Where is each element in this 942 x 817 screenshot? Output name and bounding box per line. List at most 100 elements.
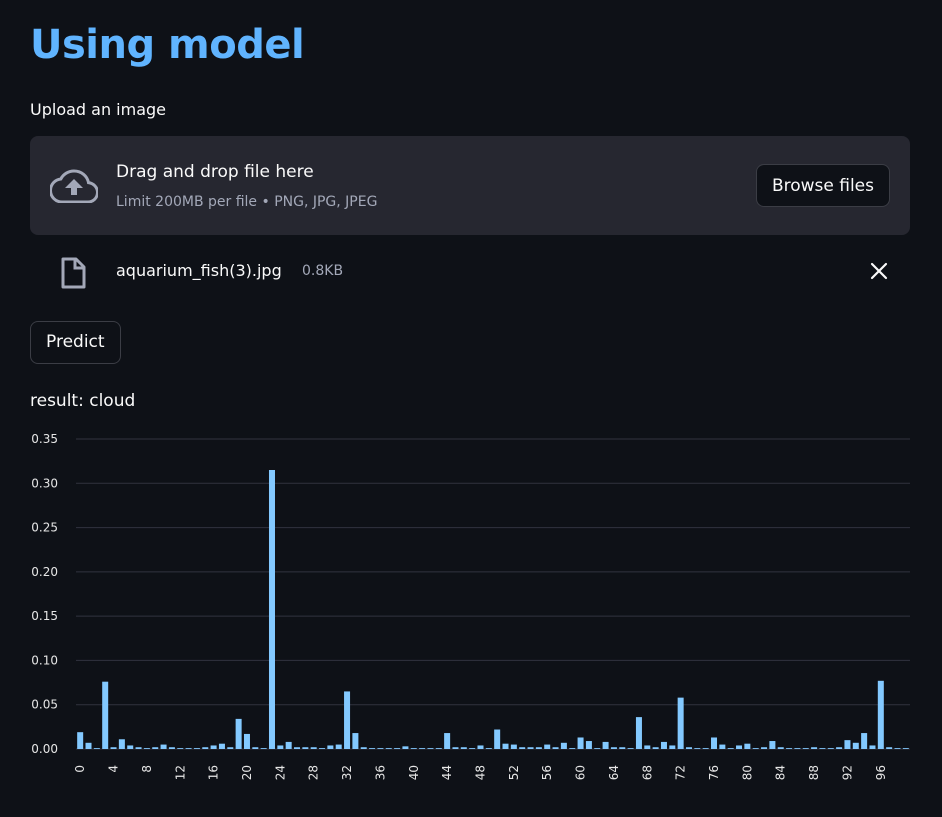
bar-class-35 bbox=[369, 748, 376, 749]
bar-class-1 bbox=[85, 742, 92, 749]
page-title: Using model bbox=[30, 22, 305, 68]
bar-class-25 bbox=[285, 741, 292, 749]
bar-class-36 bbox=[377, 748, 384, 749]
y-tick-label: 0.05 bbox=[31, 698, 58, 712]
x-tick-label: 12 bbox=[173, 765, 187, 780]
result-text: result: cloud bbox=[30, 391, 136, 411]
bar-class-32 bbox=[344, 691, 351, 749]
close-icon[interactable] bbox=[870, 262, 888, 280]
bar-class-78 bbox=[727, 748, 734, 749]
bar-class-42 bbox=[427, 748, 434, 749]
bar-class-29 bbox=[319, 748, 326, 749]
bar-class-57 bbox=[552, 747, 559, 749]
bar-class-8 bbox=[143, 748, 150, 749]
bar-class-99 bbox=[902, 748, 909, 749]
bar-class-89 bbox=[819, 748, 826, 749]
bar-class-93 bbox=[852, 742, 859, 749]
bar-class-62 bbox=[594, 748, 601, 749]
bar-class-77 bbox=[719, 744, 726, 749]
x-tick-label: 44 bbox=[440, 765, 454, 780]
bar-class-22 bbox=[260, 748, 267, 749]
bar-class-44 bbox=[444, 733, 451, 749]
bar-class-13 bbox=[185, 748, 192, 749]
bar-class-38 bbox=[394, 748, 401, 749]
bar-class-37 bbox=[385, 748, 392, 749]
x-tick-label: 20 bbox=[240, 765, 254, 780]
upload-label: Upload an image bbox=[30, 100, 167, 119]
bar-class-94 bbox=[861, 733, 868, 749]
bar-class-88 bbox=[811, 747, 818, 749]
bar-class-83 bbox=[769, 741, 776, 749]
bar-class-0 bbox=[77, 732, 84, 749]
bar-class-65 bbox=[619, 747, 626, 749]
bar-class-21 bbox=[252, 747, 259, 749]
bar-class-52 bbox=[510, 744, 517, 749]
bar-class-7 bbox=[135, 747, 142, 749]
bar-class-58 bbox=[560, 742, 567, 749]
y-tick-label: 0.20 bbox=[31, 565, 58, 579]
dropzone-instructions: Drag and drop file here bbox=[116, 162, 314, 182]
x-tick-label: 80 bbox=[740, 765, 754, 780]
bar-class-31 bbox=[335, 744, 342, 749]
bar-class-80 bbox=[744, 743, 751, 749]
bar-class-82 bbox=[761, 747, 768, 749]
bar-class-4 bbox=[110, 747, 117, 749]
bar-class-50 bbox=[494, 729, 501, 749]
bar-class-17 bbox=[218, 743, 225, 749]
x-tick-label: 60 bbox=[574, 765, 588, 780]
bar-class-16 bbox=[210, 745, 217, 749]
bar-class-61 bbox=[585, 741, 592, 749]
bar-class-15 bbox=[202, 747, 209, 749]
file-dropzone[interactable]: Drag and drop file here Limit 200MB per … bbox=[30, 136, 910, 235]
bar-class-56 bbox=[544, 744, 551, 749]
bar-class-91 bbox=[836, 747, 843, 749]
x-tick-label: 24 bbox=[273, 765, 287, 780]
bar-class-47 bbox=[469, 748, 476, 749]
browse-files-button[interactable]: Browse files bbox=[755, 164, 890, 207]
bar-class-96 bbox=[877, 680, 884, 749]
bar-class-54 bbox=[527, 747, 534, 749]
x-tick-label: 8 bbox=[140, 765, 154, 773]
bar-class-46 bbox=[460, 747, 467, 749]
x-tick-label: 4 bbox=[107, 765, 121, 773]
x-tick-label: 16 bbox=[207, 765, 221, 780]
y-tick-label: 0.10 bbox=[31, 653, 58, 667]
bar-class-41 bbox=[419, 748, 426, 749]
file-icon bbox=[61, 257, 86, 289]
x-tick-label: 84 bbox=[774, 765, 788, 780]
bar-class-43 bbox=[435, 748, 442, 749]
bar-class-30 bbox=[327, 745, 334, 749]
bar-class-3 bbox=[102, 681, 109, 749]
probability-bar-chart: 0.000.050.100.150.200.250.300.350 4 8 12 16 2… bbox=[31, 432, 910, 780]
bar-class-98 bbox=[894, 748, 901, 749]
bar-class-40 bbox=[410, 748, 417, 749]
bar-class-85 bbox=[786, 748, 793, 749]
y-tick-label: 0.25 bbox=[31, 521, 58, 535]
bar-class-60 bbox=[577, 737, 584, 749]
bar-class-12 bbox=[177, 748, 184, 749]
bar-class-5 bbox=[118, 739, 125, 749]
x-tick-label: 0 bbox=[73, 765, 87, 773]
y-tick-label: 0.35 bbox=[31, 432, 58, 446]
x-tick-label: 68 bbox=[640, 765, 654, 780]
x-tick-label: 28 bbox=[307, 765, 321, 780]
bar-class-51 bbox=[502, 743, 509, 749]
x-tick-label: 40 bbox=[407, 765, 421, 780]
bar-class-76 bbox=[711, 737, 718, 749]
bar-class-87 bbox=[802, 748, 809, 749]
bar-class-59 bbox=[569, 748, 576, 749]
bar-class-9 bbox=[152, 747, 159, 749]
bar-class-71 bbox=[669, 745, 676, 749]
bar-class-75 bbox=[702, 748, 709, 749]
x-tick-label: 72 bbox=[674, 765, 688, 780]
bar-class-39 bbox=[402, 746, 409, 749]
predict-button[interactable]: Predict bbox=[30, 321, 121, 364]
bar-class-63 bbox=[602, 741, 609, 749]
bar-class-48 bbox=[477, 745, 484, 749]
x-tick-label: 32 bbox=[340, 765, 354, 780]
bar-class-2 bbox=[93, 748, 100, 749]
bar-class-26 bbox=[294, 747, 301, 749]
x-tick-label: 36 bbox=[373, 765, 387, 780]
uploaded-file-row: aquarium_fish(3).jpg 0.8KB bbox=[30, 252, 910, 292]
bar-class-6 bbox=[127, 745, 134, 749]
